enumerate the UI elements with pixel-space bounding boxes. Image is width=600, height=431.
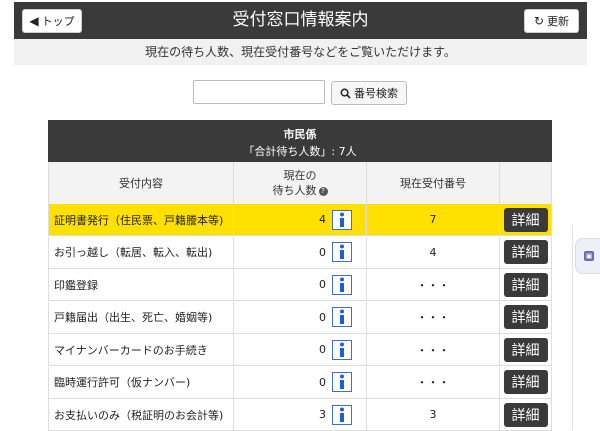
reception-type: 印鑑登録	[49, 269, 234, 300]
info-icon[interactable]	[332, 274, 352, 295]
panel-icon: ▣	[584, 251, 594, 261]
info-icon[interactable]	[332, 242, 352, 262]
detail-cell: 詳細	[500, 399, 551, 430]
detail-button[interactable]: 詳細	[503, 240, 548, 264]
detail-button[interactable]: 詳細	[503, 337, 548, 362]
detail-cell: 詳細	[500, 367, 551, 398]
current-number: ・・・	[367, 301, 500, 333]
reception-type: 臨時運行許可（仮ナンバー)	[49, 366, 234, 398]
waiting-count-cell: 0	[234, 301, 367, 333]
app-header: ◀ トップ 受付窓口情報案内 ↻ 更新	[14, 2, 587, 39]
current-number: 3	[367, 399, 500, 430]
number-search-input[interactable]	[193, 80, 325, 104]
info-icon[interactable]	[332, 404, 352, 425]
detail-button[interactable]: 詳細	[503, 207, 548, 232]
reception-type: お支払いのみ（税証明のお会計等)	[49, 399, 234, 430]
current-number: 4	[367, 236, 500, 268]
table-row: マイナンバーカードのお手続き 0 ・・・ 詳細	[48, 334, 552, 366]
waiting-count: 4	[319, 213, 326, 226]
waiting-count: 0	[319, 310, 326, 324]
column-header-content: 受付内容	[49, 162, 234, 204]
waiting-count-cell: 4	[234, 204, 367, 235]
detail-button[interactable]: 詳細	[503, 370, 548, 394]
table-row: 印鑑登録 0 ・・・ 詳細	[48, 269, 552, 301]
info-icon[interactable]	[332, 307, 352, 327]
total-waiting: 「合計待ち人数」: 7人	[243, 145, 357, 158]
column-header-waiting-line1: 現在の	[283, 169, 317, 182]
refresh-label: 更新	[547, 15, 570, 28]
column-header-number: 現在受付番号	[367, 162, 500, 204]
waiting-count: 0	[319, 343, 326, 356]
refresh-icon: ↻	[533, 14, 545, 28]
search-icon	[340, 88, 351, 99]
waiting-count: 0	[319, 278, 326, 291]
waiting-count: 0	[319, 375, 326, 389]
column-header-waiting: 現在の 待ち人数?	[234, 162, 367, 204]
current-number: ・・・	[367, 269, 500, 300]
help-icon[interactable]: ?	[318, 186, 328, 196]
page-title: 受付窓口情報案内	[232, 10, 369, 30]
detail-cell: 詳細	[500, 237, 551, 268]
reception-type: お引っ越し（転居、転入、転出)	[49, 236, 234, 268]
reception-type: 戸籍届出（出生、死亡、婚姻等)	[49, 301, 234, 333]
table-column-headers: 受付内容 現在の 待ち人数? 現在受付番号	[48, 162, 552, 204]
department-header: 市民係 「合計待ち人数」: 7人	[48, 120, 552, 162]
detail-button[interactable]: 詳細	[503, 272, 548, 297]
waiting-count-cell: 0	[234, 366, 367, 398]
table-row: お支払いのみ（税証明のお会計等) 3 3 詳細	[48, 399, 552, 431]
table-row: 臨時運行許可（仮ナンバー) 0 ・・・ 詳細	[48, 366, 552, 399]
number-search-label: 番号検索	[354, 87, 398, 100]
reception-type: 証明書発行（住民票、戸籍謄本等)	[49, 204, 234, 235]
current-number: ・・・	[367, 366, 500, 398]
waiting-count: 3	[319, 408, 326, 421]
waiting-count-cell: 0	[234, 334, 367, 365]
column-header-waiting-line2: 待ち人数	[272, 184, 317, 197]
detail-cell: 詳細	[500, 269, 551, 300]
number-search-button[interactable]: 番号検索	[331, 81, 407, 105]
column-header-detail	[500, 162, 551, 204]
side-panel-tab[interactable]: ▣	[575, 238, 600, 274]
table-row: お引っ越し（転居、転入、転出) 0 4 詳細	[48, 236, 552, 269]
table-row: 証明書発行（住民票、戸籍謄本等) 4 7 詳細	[48, 204, 552, 236]
current-number: ・・・	[367, 334, 500, 365]
info-icon[interactable]	[332, 339, 352, 360]
detail-button[interactable]: 詳細	[503, 305, 548, 329]
waiting-count: 0	[319, 245, 326, 259]
waiting-count-cell: 3	[234, 399, 367, 430]
detail-cell: 詳細	[500, 334, 551, 365]
department-name: 市民係	[283, 128, 317, 141]
info-icon[interactable]	[332, 372, 352, 392]
refresh-button[interactable]: ↻ 更新	[524, 9, 579, 33]
table-row: 戸籍届出（出生、死亡、婚姻等) 0 ・・・ 詳細	[48, 301, 552, 334]
waiting-count-cell: 0	[234, 269, 367, 300]
detail-cell: 詳細	[500, 302, 551, 333]
detail-cell: 詳細	[500, 204, 551, 235]
detail-button[interactable]: 詳細	[503, 402, 548, 427]
current-number: 7	[367, 204, 500, 235]
info-icon[interactable]	[332, 209, 352, 230]
reception-type: マイナンバーカードのお手続き	[49, 334, 234, 365]
page-subtitle: 現在の待ち人数、現在受付番号などをご覧いただけます。	[14, 39, 587, 65]
waiting-count-cell: 0	[234, 236, 367, 268]
